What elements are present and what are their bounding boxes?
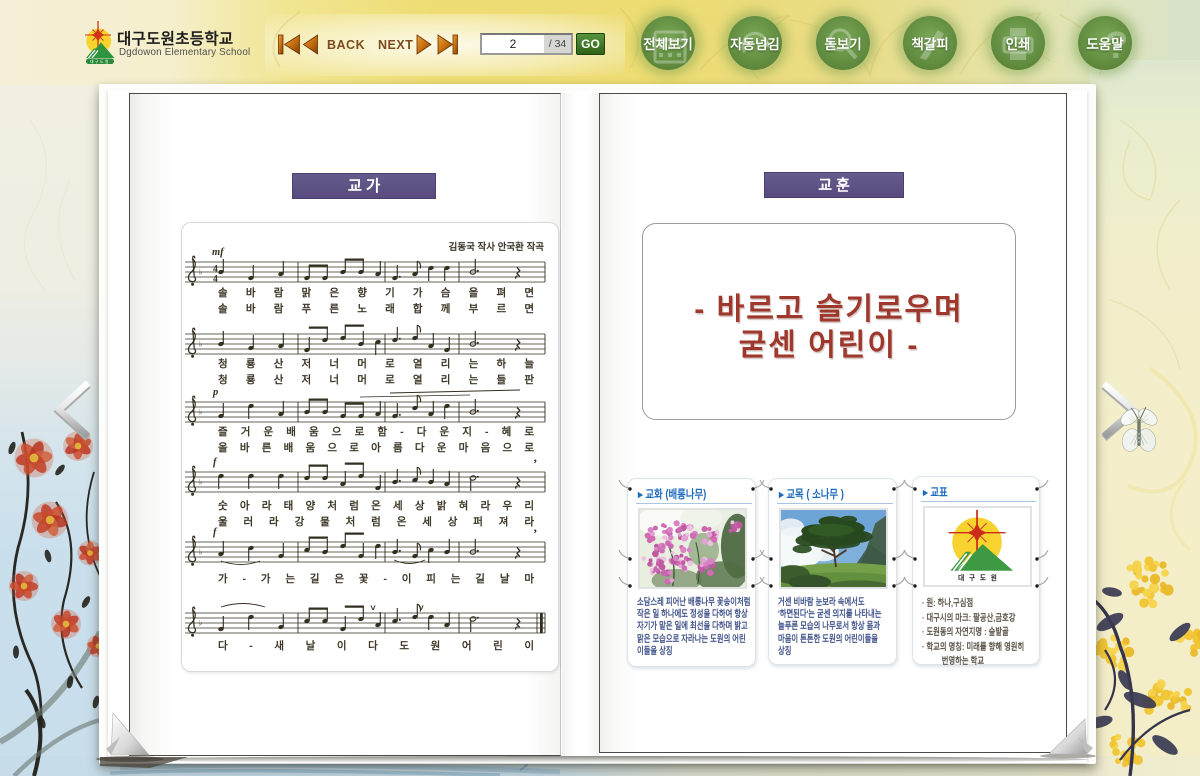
- svg-text:?: ?: [1105, 25, 1128, 67]
